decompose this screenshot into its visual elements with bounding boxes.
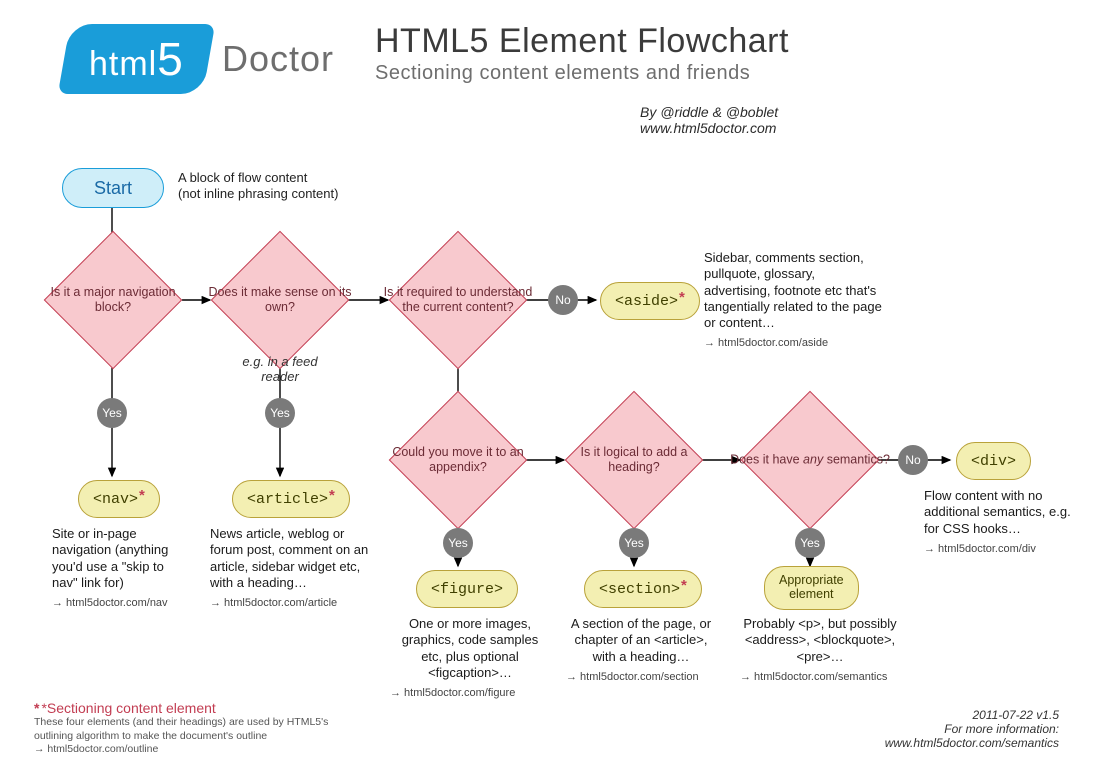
decision-required: Is it required to understand the current… (373, 250, 543, 350)
ann-aside: Sidebar, comments section, pullquote, gl… (704, 250, 884, 351)
ann-semantics: Probably <p>, but possibly <address>, <b… (740, 616, 900, 685)
badge-yes: Yes (795, 528, 825, 558)
decision-heading: Is it logical to add a heading? (549, 410, 719, 510)
badge-yes: Yes (97, 398, 127, 428)
footer-key: **Sectioning content element These four … (34, 700, 364, 757)
page-title: HTML5 Element Flowchart (375, 22, 789, 61)
ann-div: Flow content with no additional semantic… (924, 488, 1084, 557)
start-node: Start (62, 168, 164, 208)
badge-yes: Yes (265, 398, 295, 428)
logo-badge: html5 (58, 24, 215, 94)
badge-yes: Yes (443, 528, 473, 558)
term-figure: <figure> (416, 570, 518, 608)
feed-reader-note: e.g. in a feed reader (230, 354, 330, 384)
decision-appendix: Could you move it to an appendix? (373, 410, 543, 510)
start-annotation: A block of flow content (not inline phra… (178, 170, 338, 203)
ann-nav: Site or in-page navigation (anything you… (52, 526, 192, 611)
badge-no: No (548, 285, 578, 315)
page-subtitle: Sectioning content elements and friends (375, 62, 750, 85)
ann-section: A section of the page, or chapter of an … (566, 616, 716, 685)
term-section: <section>* (584, 570, 702, 608)
decision-nav: Is it a major navigation block? (28, 250, 198, 350)
term-article: <article>* (232, 480, 350, 518)
badge-yes: Yes (619, 528, 649, 558)
logo-doctor: Doctor (222, 38, 334, 80)
term-div: <div> (956, 442, 1031, 480)
term-nav: <nav>* (78, 480, 160, 518)
footer-info: 2011-07-22 v1.5 For more information: ww… (885, 708, 1059, 750)
decision-semantics: Does it have any semantics? (725, 410, 895, 510)
byline: By @riddle & @boblet www.html5doctor.com (640, 104, 778, 136)
ann-figure: One or more images, graphics, code sampl… (390, 616, 550, 701)
term-appropriate: Appropriate element (764, 566, 859, 610)
term-aside: <aside>* (600, 282, 700, 320)
decision-own: Does it make sense on its own? (195, 250, 365, 350)
ann-article: News article, weblog or forum post, comm… (210, 526, 370, 611)
badge-no: No (898, 445, 928, 475)
